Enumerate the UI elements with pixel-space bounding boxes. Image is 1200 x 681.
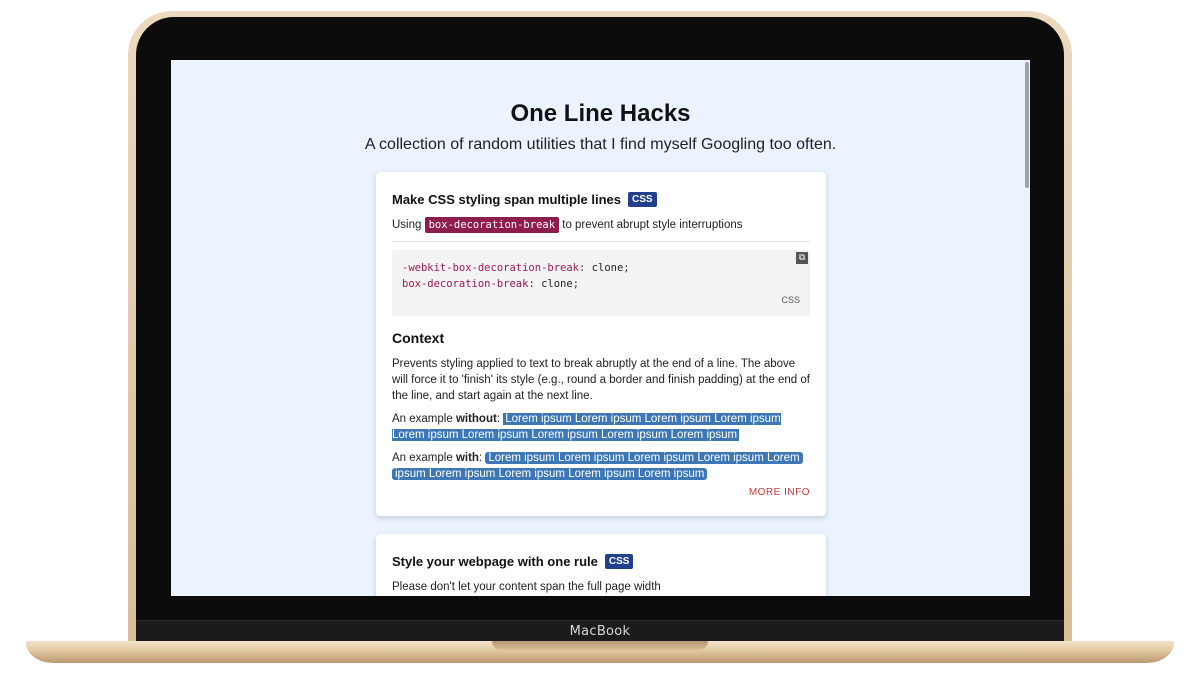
page-subtitle: A collection of random utilities that I … (364, 136, 837, 153)
code-value: clone (591, 262, 624, 274)
example-prefix: An example (392, 452, 453, 464)
code-property: box-decoration-break (402, 278, 529, 290)
language-tag: CSS (604, 553, 634, 569)
context-heading: Context (392, 330, 445, 346)
example-with: An example with: Lorem ipsum Lorem ipsum… (392, 450, 810, 482)
example-without-label: without (455, 413, 497, 425)
browser-viewport: One Line Hacks A collection of random ut… (171, 60, 1030, 596)
example-with-label: with (455, 452, 479, 464)
card-title: Make CSS styling span multiple lines (392, 191, 622, 207)
divider (392, 241, 810, 242)
inline-code: box-decoration-break (424, 217, 560, 233)
card-title: Style your webpage with one rule (392, 553, 598, 569)
laptop-notch (492, 641, 708, 650)
card-header: Make CSS styling span multiple lines CSS (392, 190, 810, 208)
more-info-link[interactable]: MORE INFO (749, 487, 810, 498)
code-property: -webkit-box-decoration-break (402, 262, 580, 274)
example-prefix: An example (392, 413, 453, 425)
card-header: Style your webpage with one rule CSS (392, 552, 810, 570)
code-value: clone (541, 278, 573, 290)
language-tag: CSS (628, 191, 657, 207)
card-description: Please don't let your content span the f… (392, 581, 661, 593)
description-suffix: to prevent abrupt style interruptions (562, 219, 743, 231)
copy-icon[interactable]: ⧉ (796, 252, 808, 264)
code-block: ⧉ -webkit-box-decoration-break: clone; b… (392, 250, 810, 316)
context-paragraph: Prevents styling applied to text to brea… (392, 358, 810, 402)
hack-card-box-decoration-break: Make CSS styling span multiple lines CSS… (376, 172, 826, 516)
description-prefix: Using (392, 219, 422, 231)
code-language-label: CSS (781, 295, 800, 305)
code-line: -webkit-box-decoration-break: clone; (402, 262, 630, 274)
card-description: Using box-decoration-break to prevent ab… (392, 215, 810, 235)
code-line: box-decoration-break: clone; (402, 278, 580, 290)
device-brand-label: MacBook (569, 624, 631, 639)
hack-card-one-rule: Style your webpage with one rule CSS Ple… (376, 534, 826, 596)
example-without: An example without: Lorem ipsum Lorem ip… (392, 413, 781, 441)
highlighted-text-with: Lorem ipsum Lorem ipsum Lorem ipsum Lore… (392, 452, 803, 480)
page-title: One Line Hacks (510, 100, 691, 127)
